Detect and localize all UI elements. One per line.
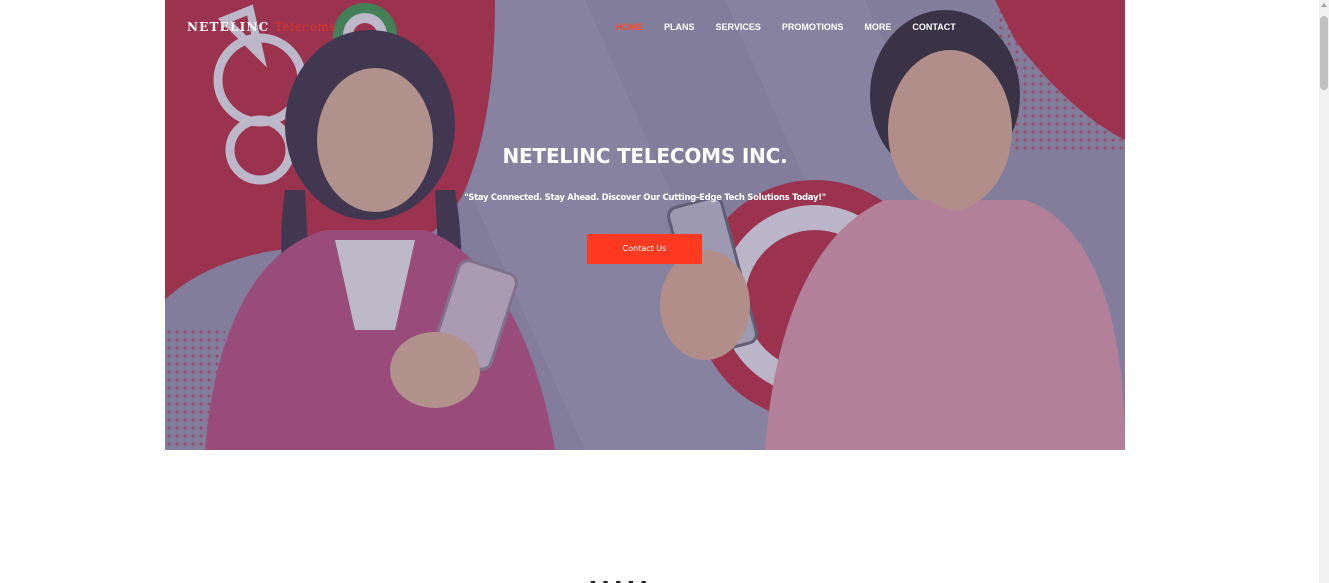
scrollbar[interactable]	[1319, 0, 1329, 583]
hero-title: NETELINC TELECOMS INC.	[502, 144, 788, 168]
nav-item-services[interactable]: SERVICES	[716, 22, 761, 32]
nav-item-contact[interactable]: CONTACT	[912, 22, 955, 32]
nav-item-promotions[interactable]: PROMOTIONS	[782, 22, 844, 32]
hero-banner: NETELINC TELECOMS INC. "Stay Connected. …	[165, 0, 1125, 450]
nav-item-plans[interactable]: PLANS	[664, 22, 695, 32]
brand-name: NETELINC	[187, 20, 270, 34]
hero-overlay	[165, 0, 1125, 450]
chevron-up-icon[interactable]	[1321, 3, 1327, 7]
section-heading-partial: - - - - -	[590, 574, 648, 583]
hero-tagline: "Stay Connected. Stay Ahead. Discover Ou…	[464, 193, 826, 203]
nav-item-more[interactable]: MORE	[864, 22, 891, 32]
brand-logo[interactable]: NETELINC Telecoms	[187, 20, 336, 34]
brand-name-accent: Telecoms	[274, 20, 337, 34]
contact-us-button[interactable]: Contact Us	[587, 234, 702, 264]
scrollbar-thumb[interactable]	[1320, 16, 1328, 90]
main-nav: HOME PLANS SERVICES PROMOTIONS MORE CONT…	[616, 22, 956, 32]
nav-item-home[interactable]: HOME	[616, 22, 643, 32]
page: NETELINC TELECOMS INC. "Stay Connected. …	[0, 0, 1329, 583]
